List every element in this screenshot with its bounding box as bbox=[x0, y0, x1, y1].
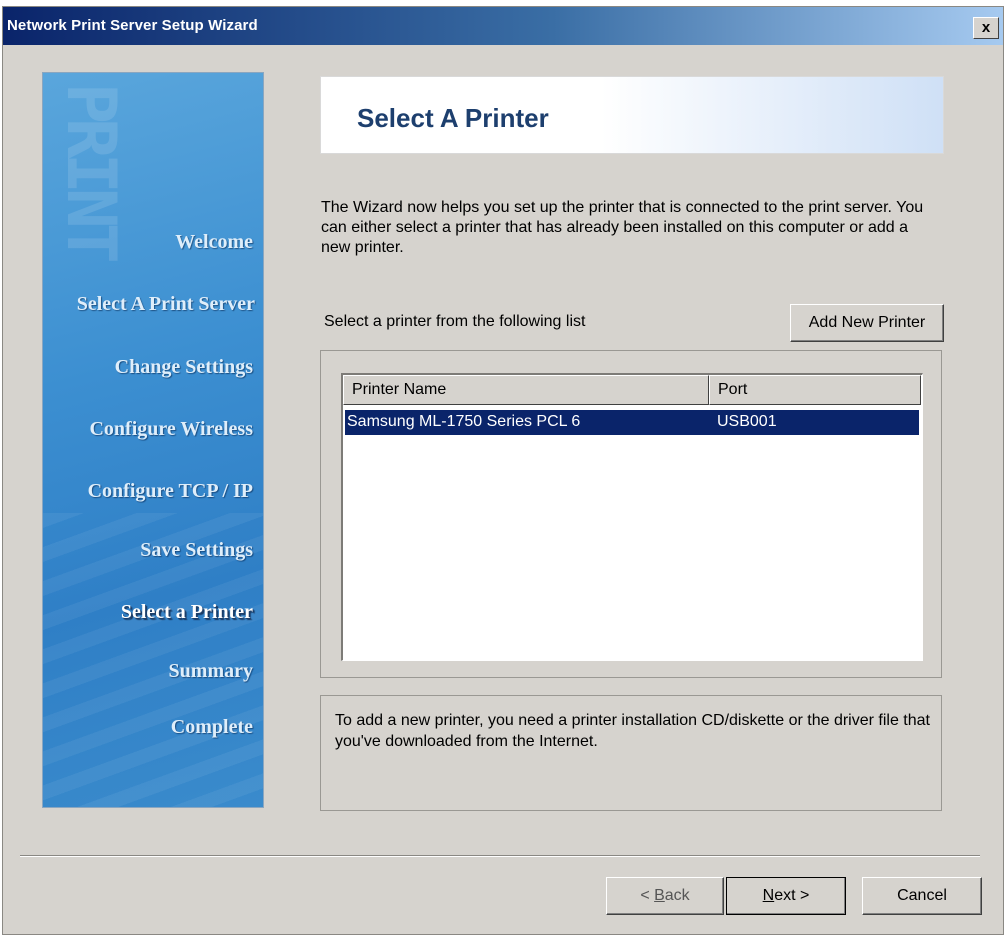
title-bar[interactable]: Network Print Server Setup Wizard x bbox=[3, 7, 1003, 45]
list-header: Printer Name Port bbox=[343, 375, 922, 405]
printer-port-cell: USB001 bbox=[717, 413, 777, 430]
printer-list-group: Printer Name Port Samsung ML-1750 Series… bbox=[320, 350, 942, 678]
step-save-settings: Save Settings bbox=[140, 539, 253, 561]
footer-divider bbox=[20, 855, 980, 857]
window-title: Network Print Server Setup Wizard bbox=[7, 17, 258, 34]
back-label-rest: ack bbox=[664, 887, 690, 904]
step-configure-tcp-ip: Configure TCP / IP bbox=[87, 480, 253, 502]
printer-list[interactable]: Printer Name Port Samsung ML-1750 Series… bbox=[341, 373, 923, 661]
add-new-printer-button[interactable]: Add New Printer bbox=[790, 304, 944, 342]
close-button[interactable]: x bbox=[973, 17, 999, 39]
next-button[interactable]: Next > bbox=[726, 877, 846, 915]
back-button[interactable]: < Back bbox=[606, 877, 724, 915]
column-header-port[interactable]: Port bbox=[709, 375, 921, 405]
next-label-hotkey: N bbox=[762, 887, 775, 904]
printer-name-cell: Samsung ML-1750 Series PCL 6 bbox=[347, 413, 581, 430]
wizard-steps-panel: PRINT Welcome Select A Print Server Chan… bbox=[42, 72, 264, 808]
print-logo-watermark: PRINT bbox=[51, 83, 130, 258]
step-configure-wireless: Configure Wireless bbox=[89, 418, 253, 440]
step-summary: Summary bbox=[168, 660, 253, 682]
column-header-printer-name[interactable]: Printer Name bbox=[343, 375, 709, 405]
intro-text: The Wizard now helps you set up the prin… bbox=[321, 199, 924, 256]
printer-row[interactable]: Samsung ML-1750 Series PCL 6 USB001 bbox=[345, 410, 919, 435]
cancel-button[interactable]: Cancel bbox=[862, 877, 982, 915]
step-select-a-printer: Select a Printer bbox=[120, 601, 253, 623]
close-icon: x bbox=[981, 19, 991, 36]
next-label-rest: ext > bbox=[774, 887, 810, 904]
step-welcome: Welcome bbox=[175, 231, 253, 253]
back-label-prefix: < bbox=[640, 887, 655, 904]
step-select-print-server: Select A Print Server bbox=[76, 293, 255, 315]
back-label-hotkey: B bbox=[654, 887, 665, 904]
info-box: To add a new printer, you need a printer… bbox=[320, 695, 942, 811]
printer-list-label: Select a printer from the following list bbox=[324, 313, 586, 330]
step-complete: Complete bbox=[170, 716, 253, 738]
step-change-settings: Change Settings bbox=[114, 356, 253, 378]
info-text: To add a new printer, you need a printer… bbox=[335, 712, 930, 750]
page-header: Select A Printer bbox=[320, 76, 944, 154]
page-title: Select A Printer bbox=[357, 103, 549, 133]
